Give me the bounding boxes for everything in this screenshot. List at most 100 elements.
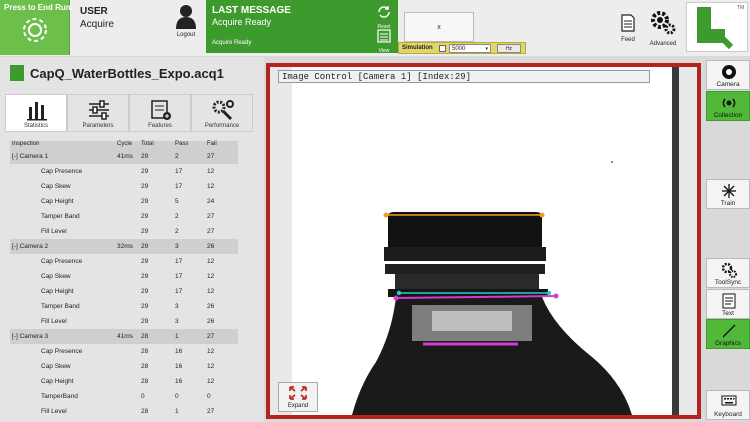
cell-name: Cap Height <box>41 378 74 385</box>
cell-fail: 26 <box>207 318 215 325</box>
logout-button[interactable]: Logout <box>170 3 202 39</box>
camera-row[interactable]: [-] Camera 1 41ms 29 2 27 <box>10 149 238 164</box>
cell-total: 29 <box>141 273 149 280</box>
cell-pass: 16 <box>175 363 183 370</box>
cell-fail: 27 <box>207 333 215 340</box>
cell-pass: 16 <box>175 378 183 385</box>
graphics-button[interactable]: Graphics <box>706 319 750 349</box>
cell-pass: 17 <box>175 168 183 175</box>
table-row: Cap Height 29 5 24 <box>10 194 238 209</box>
tab-performance[interactable]: Performance <box>191 94 253 132</box>
tab-parameters[interactable]: Parameters <box>67 94 129 132</box>
tab-features[interactable]: Features <box>129 94 191 132</box>
toolsync-button[interactable]: ToolSync <box>706 258 750 288</box>
cell-total: 28 <box>141 348 149 355</box>
camera-row[interactable]: [-] Camera 2 32ms 29 3 26 <box>10 239 238 254</box>
cell-fail: 12 <box>207 258 215 265</box>
collection-button[interactable]: Collection <box>706 91 750 121</box>
reset-button[interactable]: Reset <box>374 5 394 30</box>
sliders-icon <box>89 100 109 120</box>
x-box[interactable]: x <box>404 12 474 42</box>
simulation-select[interactable]: 5000 ▾ <box>449 44 491 53</box>
simulation-checkbox[interactable] <box>439 45 446 52</box>
advanced-label: Advanced <box>649 41 677 47</box>
cell-total: 29 <box>141 303 149 310</box>
train-label: Train <box>720 200 736 207</box>
cell-pass: 0 <box>175 393 179 400</box>
file-icon <box>10 65 24 81</box>
table-row: Cap Height 28 16 12 <box>10 374 238 389</box>
table-row: Fill Level 28 1 27 <box>10 404 238 419</box>
cell-total: 29 <box>141 243 149 250</box>
text-button[interactable]: Text <box>706 289 750 319</box>
image-control-panel: Image Control [Camera 1] [Index:29] Expa… <box>266 63 701 419</box>
expand-button[interactable]: Expand <box>278 382 318 412</box>
train-button[interactable]: Train <box>706 179 750 209</box>
cell-pass: 2 <box>175 153 179 160</box>
simulation-bar: Simulation 5000 ▾ Hz <box>398 42 526 54</box>
cell-name: [-] Camera 3 <box>12 333 49 340</box>
keyboard-icon <box>721 395 737 406</box>
tab-label: Statistics <box>23 123 48 129</box>
cell-pass: 1 <box>175 408 179 415</box>
cell-pass: 5 <box>175 198 179 205</box>
file-name: CapQ_WaterBottles_Expo.acq1 <box>10 65 224 81</box>
cell-cycle: 41ms <box>117 153 133 160</box>
cell-fail: 0 <box>207 393 211 400</box>
cell-name: Fill Level <box>41 318 67 325</box>
col-total: Total <box>141 141 154 147</box>
statistics-table: Inspection Cycle Total Pass Fail [-] Cam… <box>10 141 238 419</box>
end-run-button[interactable]: Press to End Run <box>0 0 71 55</box>
expand-label: Expand <box>287 403 309 409</box>
cell-fail: 27 <box>207 408 215 415</box>
cell-name: Tamper Band <box>41 213 80 220</box>
cell-pass: 3 <box>175 318 179 325</box>
camera-image[interactable] <box>292 67 679 415</box>
table-row: Cap Skew 29 17 12 <box>10 269 238 284</box>
cell-name: [-] Camera 1 <box>12 153 49 160</box>
cell-name: Cap Skew <box>41 273 71 280</box>
cell-total: 29 <box>141 213 149 220</box>
keyboard-label: Keyboard <box>714 411 742 418</box>
view-button[interactable]: View <box>374 29 394 54</box>
collection-icon <box>722 98 736 108</box>
cell-pass: 2 <box>175 213 179 220</box>
expand-icon <box>289 386 307 400</box>
feed-button[interactable]: Feed <box>618 14 638 44</box>
cell-pass: 3 <box>175 243 179 250</box>
simulation-hz-button[interactable]: Hz <box>497 44 521 53</box>
col-inspection: Inspection <box>12 141 40 147</box>
keyboard-button[interactable]: Keyboard <box>706 390 750 420</box>
table-row: Cap Skew 28 16 12 <box>10 359 238 374</box>
user-heading: USER <box>80 6 108 17</box>
camera-row[interactable]: [-] Camera 3 41ms 28 1 27 <box>10 329 238 344</box>
cell-fail: 27 <box>207 228 215 235</box>
cell-pass: 16 <box>175 348 183 355</box>
bottle-image <box>292 67 679 415</box>
feed-icon <box>621 14 635 32</box>
camera-icon <box>722 65 736 79</box>
top-toolbar: Press to End Run USER Acquire Logout LAS… <box>0 0 750 56</box>
advanced-button[interactable]: Advanced <box>644 8 682 47</box>
message-actions: Reset View <box>370 3 398 54</box>
cell-fail: 26 <box>207 243 215 250</box>
left-panel: CapQ_WaterBottles_Expo.acq1 Statistics P… <box>0 57 264 422</box>
col-fail: Fail <box>207 141 217 147</box>
tab-label: Performance <box>204 123 240 129</box>
cell-total: 29 <box>141 228 149 235</box>
cell-fail: 12 <box>207 168 215 175</box>
cell-name: Cap Presence <box>41 258 83 265</box>
tab-statistics[interactable]: Statistics <box>5 94 67 132</box>
cell-total: 29 <box>141 258 149 265</box>
last-message-heading: LAST MESSAGE <box>212 5 291 16</box>
user-name: Acquire <box>80 19 114 30</box>
cell-name: [-] Camera 2 <box>12 243 49 250</box>
advanced-gears-icon <box>651 11 676 35</box>
cell-fail: 12 <box>207 183 215 190</box>
camera-button[interactable]: Camera <box>706 60 750 90</box>
cell-total: 29 <box>141 318 149 325</box>
graphics-icon <box>722 324 736 338</box>
cell-fail: 12 <box>207 363 215 370</box>
end-run-label: Press to End Run <box>4 3 71 12</box>
cell-name: Cap Skew <box>41 183 71 190</box>
